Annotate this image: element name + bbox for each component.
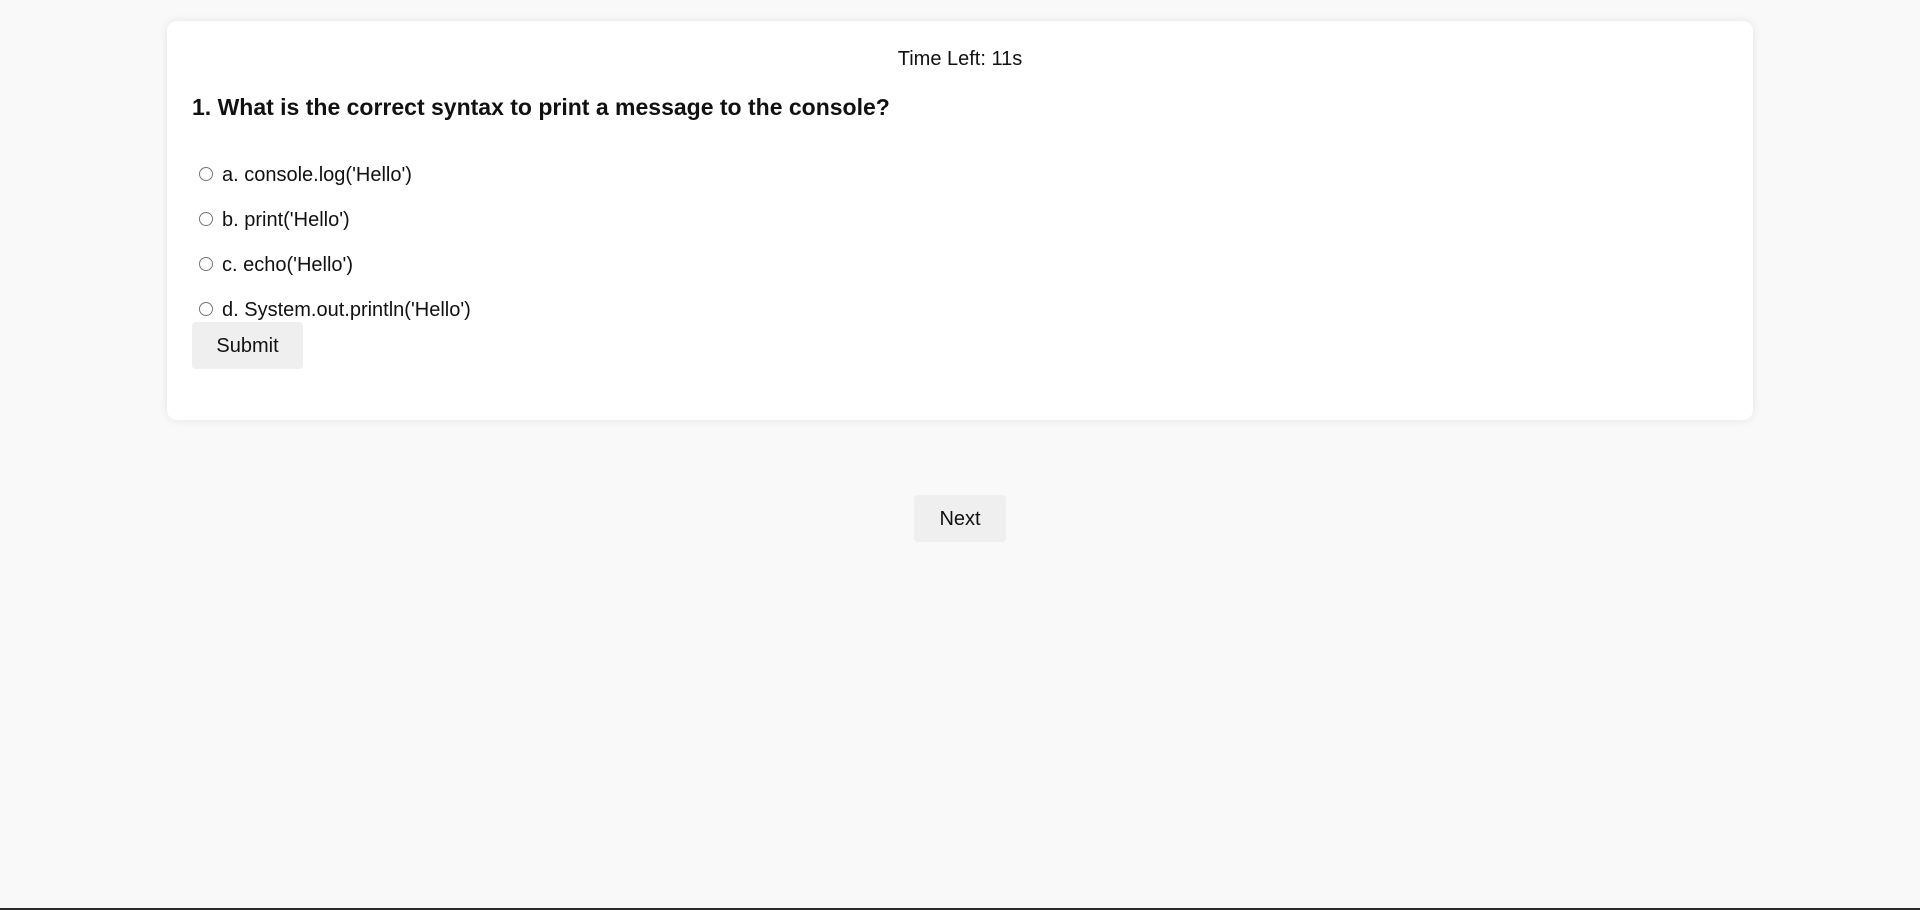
answer-option-b[interactable]: b. print('Hello') xyxy=(192,197,471,242)
radio-button-icon[interactable] xyxy=(199,301,213,316)
question-text: 1. What is the correct syntax to print a… xyxy=(192,94,890,120)
submit-button[interactable]: Submit xyxy=(192,322,303,369)
answer-option-label[interactable]: c. echo('Hello') xyxy=(222,253,353,277)
radio-button-icon[interactable] xyxy=(199,211,213,226)
answer-option-label[interactable]: d. System.out.println('Hello') xyxy=(222,298,471,322)
radio-button-icon[interactable] xyxy=(199,166,213,181)
answer-option-c[interactable]: c. echo('Hello') xyxy=(192,242,471,287)
answer-option-label[interactable]: a. console.log('Hello') xyxy=(222,163,412,187)
quiz-card: Time Left: 11s 1. What is the correct sy… xyxy=(167,21,1753,420)
answer-option-a[interactable]: a. console.log('Hello') xyxy=(192,152,471,197)
radio-button-icon[interactable] xyxy=(199,256,213,271)
next-button[interactable]: Next xyxy=(914,495,1006,542)
answer-options-list: a. console.log('Hello') b. print('Hello'… xyxy=(192,152,471,332)
time-left-display: Time Left: 11s xyxy=(897,48,1023,70)
answer-option-label[interactable]: b. print('Hello') xyxy=(222,208,350,232)
